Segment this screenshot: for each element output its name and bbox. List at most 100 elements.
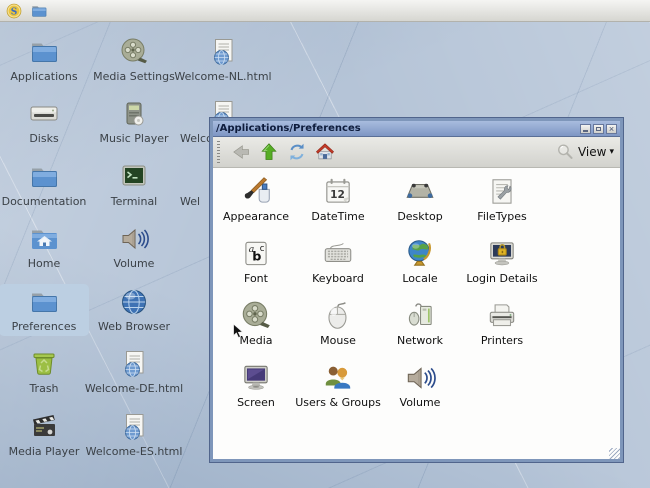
desktop-icon[interactable]: Documentation <box>0 159 89 211</box>
desktop-icon[interactable]: Welcome-NL.html <box>178 34 268 86</box>
preference-item-label: Locale <box>402 272 437 285</box>
window-controls <box>580 124 617 134</box>
view-dropdown[interactable]: View ▾ <box>555 142 614 162</box>
window-maximize-button[interactable] <box>593 124 604 134</box>
desktop-icon-label: Preferences <box>12 321 77 333</box>
doc-wrench-icon <box>485 175 519 209</box>
desktop-icon[interactable]: Preferences <box>0 284 89 336</box>
music-device-icon <box>118 98 150 130</box>
monitor-icon <box>239 361 273 395</box>
preference-item[interactable]: Desktop <box>379 175 461 237</box>
start-logo-button[interactable]: S <box>5 2 23 20</box>
desktop-icon-label: Welcome-ES.html <box>86 446 183 458</box>
desktop-icon[interactable]: Media Player <box>0 409 89 461</box>
mouse-icon <box>321 299 355 333</box>
window-titlebar[interactable]: /Applications/Preferences <box>213 121 620 137</box>
window-title: /Applications/Preferences <box>216 123 361 134</box>
preference-item[interactable]: Printers <box>461 299 543 361</box>
preference-item[interactable]: Mouse <box>297 299 379 361</box>
preference-item-label: Network <box>397 334 443 347</box>
desktop-icon[interactable]: Media Settings <box>89 34 179 86</box>
preference-item-label: Media <box>239 334 272 347</box>
users-icon <box>321 361 355 395</box>
preference-item[interactable]: Keyboard <box>297 237 379 299</box>
desktop-icon[interactable]: Terminal <box>89 159 179 211</box>
brush-icon <box>239 175 273 209</box>
preference-item[interactable]: 12 DateTime <box>297 175 379 237</box>
preference-item[interactable]: Screen <box>215 361 297 423</box>
desktop-icon-label: Applications <box>10 71 77 83</box>
toolbar-drag-handle[interactable] <box>217 141 220 163</box>
magnifier-icon[interactable] <box>555 142 575 162</box>
preference-item-label: Keyboard <box>312 272 364 285</box>
printer-icon <box>485 299 519 333</box>
window-close-button[interactable] <box>606 124 617 134</box>
preference-item[interactable]: FileTypes <box>461 175 543 237</box>
preference-item-label: Mouse <box>320 334 356 347</box>
doc-globe-icon <box>207 36 239 68</box>
globe-stand-icon <box>403 237 437 271</box>
preference-item-label: DateTime <box>311 210 364 223</box>
doc-globe-icon <box>118 411 150 443</box>
window-toolbar: View ▾ <box>213 137 620 168</box>
preference-item[interactable]: Network <box>379 299 461 361</box>
preference-item[interactable]: abc Font <box>215 237 297 299</box>
svg-text:12: 12 <box>330 188 345 201</box>
folder-home-icon <box>28 223 60 255</box>
file-manager-window: /Applications/Preferences View ▾ <box>210 118 623 462</box>
window-content: Appearance 12 DateTime Desktop FileTypes… <box>213 168 620 459</box>
svg-text:c: c <box>260 244 265 254</box>
desktop-icon-label: Welcome-NL.html <box>174 71 271 83</box>
desktop-icon-label: Documentation <box>2 196 87 208</box>
desktop-icon[interactable]: Welcome-DE.html <box>89 346 179 398</box>
trash-icon <box>28 348 60 380</box>
desktop-icon[interactable]: Applications <box>0 34 89 86</box>
font-abc-icon: abc <box>239 237 273 271</box>
desktop-icon-label: Welco <box>178 133 213 145</box>
preference-item[interactable]: Locale <box>379 237 461 299</box>
desktop-icon-label: Music Player <box>99 133 168 145</box>
desktop-icon-label: Terminal <box>111 196 158 208</box>
globe-icon <box>118 286 150 318</box>
taskbar: S <box>0 0 650 22</box>
doc-globe-icon <box>118 348 150 380</box>
preference-item-label: Desktop <box>397 210 442 223</box>
arrow-up-icon <box>257 141 281 163</box>
preference-item[interactable]: Media <box>215 299 297 361</box>
desktop-icon-label: Media Settings <box>93 71 175 83</box>
desktop-icon[interactable]: Volume <box>89 221 179 273</box>
refresh-button[interactable] <box>283 139 311 165</box>
back-button[interactable] <box>227 139 255 165</box>
speaker-icon <box>118 223 150 255</box>
folder-icon <box>28 286 60 318</box>
folder-icon <box>30 2 48 20</box>
desktop-icon-label: Web Browser <box>98 321 170 333</box>
desktop-icon-label: Disks <box>29 133 58 145</box>
preference-item[interactable]: Users & Groups <box>297 361 379 423</box>
clapper-icon <box>28 411 60 443</box>
preference-item-label: Printers <box>481 334 523 347</box>
preference-item-label: Login Details <box>466 272 537 285</box>
desktop-icon-label: Trash <box>29 383 58 395</box>
desktop-icon[interactable]: Music Player <box>89 96 179 148</box>
desktop-icon[interactable]: Welcome-ES.html <box>89 409 179 461</box>
desktop-icon[interactable]: Web Browser <box>89 284 179 336</box>
window-minimize-button[interactable] <box>580 124 591 134</box>
preference-item-label: Appearance <box>223 210 289 223</box>
refresh-icon <box>285 141 309 163</box>
monitor-lock-icon <box>485 237 519 271</box>
desktop-icon[interactable]: Home <box>0 221 89 273</box>
desktop-icon[interactable]: Disks <box>0 96 89 148</box>
folder-icon <box>28 161 60 193</box>
up-button[interactable] <box>255 139 283 165</box>
preference-item[interactable]: Volume <box>379 361 461 423</box>
file-manager-button[interactable] <box>30 2 48 20</box>
keyboard-icon <box>321 237 355 271</box>
home-button[interactable] <box>311 139 339 165</box>
folder-icon <box>28 36 60 68</box>
speaker-icon <box>403 361 437 395</box>
preference-item[interactable]: Login Details <box>461 237 543 299</box>
preference-item[interactable]: Appearance <box>215 175 297 237</box>
desktop-icon[interactable]: Trash <box>0 346 89 398</box>
desktop-icon-label: Home <box>28 258 60 270</box>
